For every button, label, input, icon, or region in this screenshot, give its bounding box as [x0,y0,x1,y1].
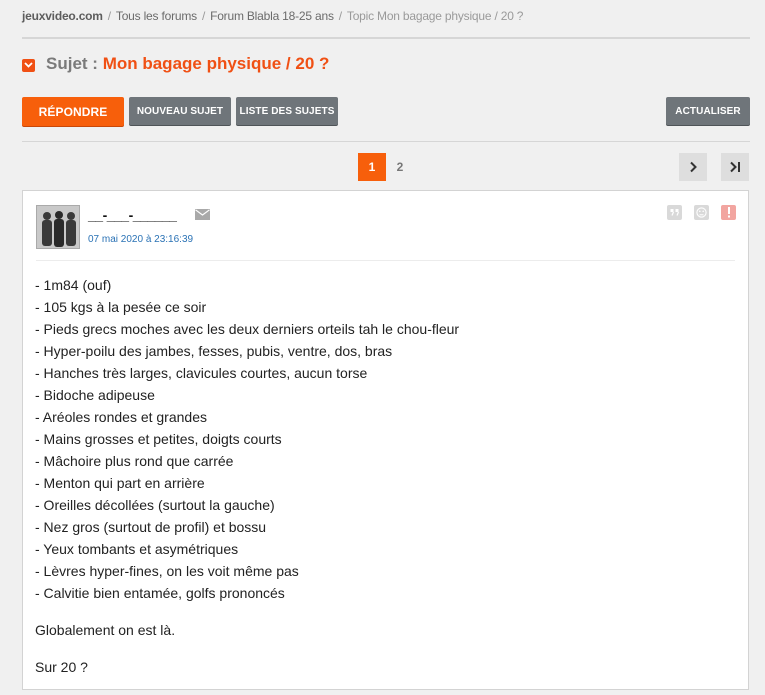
post-line: - 105 kgs à la pesée ce soir [35,299,207,315]
next-page-icon [690,161,697,173]
post-line: - Pieds grecs moches avec les deux derni… [35,321,460,337]
topic-heading: Sujet : Mon bagage physique / 20 ? [22,54,329,74]
post-paragraph: Globalement on est là. [35,622,176,638]
pagination: 1 2 [358,153,414,181]
mail-icon[interactable] [195,209,210,220]
breadcrumb-separator: / [338,9,342,23]
breadcrumb-forum[interactable]: Forum Blabla 18-25 ans [210,9,334,23]
page-2-link[interactable]: 2 [386,153,414,181]
post-line: - Aréoles rondes et grandes [35,409,207,425]
avatar[interactable] [36,205,80,249]
post-line: - 1m84 (ouf) [35,277,112,293]
new-subject-button[interactable]: NOUVEAU SUJET [129,97,231,125]
refresh-button[interactable]: ACTUALISER [666,97,750,125]
post-line: - Yeux tombants et asymétriques [35,541,239,557]
page-title: Mon bagage physique / 20 ? [102,54,330,73]
toolbar-divider [22,141,750,142]
header-divider [22,37,750,39]
post-author[interactable]: __-___-______ [88,207,177,223]
blacklist-icon[interactable] [694,205,709,220]
post-line: - Lèvres hyper-fines, on les voit même p… [35,563,299,579]
breadcrumb-home[interactable]: jeuxvideo.com [22,9,103,23]
page-1-link[interactable]: 1 [358,153,386,181]
post-paragraph: Sur 20 ? [35,659,88,675]
post-line: - Hyper-poilu des jambes, fesses, pubis,… [35,343,393,359]
breadcrumb-current: Topic Mon bagage physique / 20 ? [346,9,524,23]
last-page-button[interactable] [721,153,749,181]
post-line: - Nez gros (surtout de profil) et bossu [35,519,267,535]
chevron-down-icon[interactable] [22,58,35,72]
post-date[interactable]: 07 mai 2020 à 23:16:39 [88,234,193,245]
breadcrumb-all-forums[interactable]: Tous les forums [116,9,197,23]
post-line: - Menton qui part en arrière [35,475,205,491]
post-actions [667,205,736,220]
quote-icon[interactable] [667,205,682,220]
post-body: - 1m84 (ouf) - 105 kgs à la pesée ce soi… [35,274,736,678]
post-line: - Oreilles décollées (surtout la gauche) [35,497,275,513]
post-line: - Mains grosses et petites, doigts court… [35,431,282,447]
breadcrumb-separator: / [201,9,206,23]
post-line: - Hanches très larges, clavicules courte… [35,365,368,381]
breadcrumb: jeuxvideo.com / Tous les forums / Forum Blab… [22,9,523,23]
post-header-divider [36,260,735,261]
report-icon[interactable] [721,205,736,220]
post-line: - Mâchoire plus rond que carrée [35,453,234,469]
forum-post: __-___-______ 07 mai 2020 à 23:16:39 - 1… [22,190,749,690]
next-page-button[interactable] [679,153,707,181]
subject-list-button[interactable]: LISTE DES SUJETS [236,97,338,125]
reply-button[interactable]: RÉPONDRE [22,97,124,126]
subject-prefix: Sujet : [46,54,98,73]
post-line: - Bidoche adipeuse [35,387,155,403]
last-page-icon [730,161,740,173]
post-line: - Calvitie bien entamée, golfs prononcés [35,585,285,601]
breadcrumb-separator: / [107,9,111,23]
